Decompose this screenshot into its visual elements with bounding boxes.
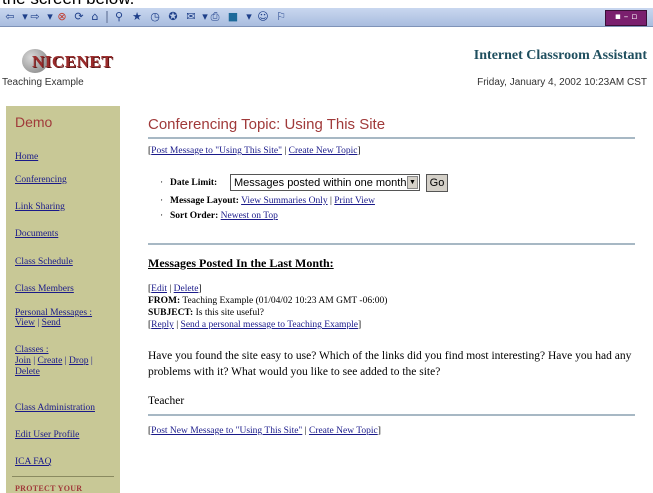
sidebar-item-edit-user-profile[interactable]: Edit User Profile [15, 430, 79, 440]
caption-strip: the screen below. [0, 0, 653, 8]
personal-messages-view[interactable]: View [15, 318, 35, 328]
post-new-message-link[interactable]: Post New Message to "Using This Site" [151, 426, 302, 436]
date-limit-label: Date Limit: [170, 178, 218, 188]
reply-link[interactable]: Reply [151, 320, 174, 330]
class-name: Teaching Example [2, 77, 84, 88]
chevron-down-icon[interactable]: ▼ [407, 176, 418, 189]
date-limit-select[interactable]: Messages posted within one month ▼ [230, 174, 420, 191]
messenger-icon[interactable]: ⚐ [274, 10, 288, 24]
classes-delete[interactable]: Delete [15, 367, 40, 377]
post-message-link[interactable]: Post Message to "Using This Site" [151, 146, 282, 156]
messages-heading: Messages Posted In the Last Month: [148, 256, 334, 270]
personal-messages-label[interactable]: Personal Messages : [15, 308, 92, 318]
sidebar-item-class-administration[interactable]: Class Administration [15, 403, 95, 413]
subject-value: Is this site useful? [195, 308, 264, 318]
forward-icon[interactable]: ⇨ [28, 10, 42, 24]
logo-text: NICENET [32, 52, 113, 71]
back-icon[interactable]: ⇦ [3, 10, 17, 24]
message-subject: SUBJECT: Is this site useful? [148, 308, 264, 318]
create-topic-link[interactable]: Create New Topic [289, 146, 358, 156]
sort-order-link[interactable]: Newest on Top [221, 211, 278, 221]
search-icon[interactable]: ⚲ [112, 10, 126, 24]
sidebar-item-home[interactable]: Home [15, 152, 38, 162]
classes-join[interactable]: Join [15, 356, 31, 366]
date-limit-row: · Date Limit: [160, 178, 218, 188]
sidebar-item-link-sharing[interactable]: Link Sharing [15, 202, 65, 212]
classes-create[interactable]: Create [38, 356, 63, 366]
edit-message-link[interactable]: Edit [151, 284, 167, 294]
stop-icon[interactable]: ⊗ [55, 10, 69, 24]
page-title: Conferencing Topic: Using This Site [148, 116, 386, 133]
print-icon[interactable]: ⎙ [208, 10, 222, 24]
delete-message-link[interactable]: Delete [174, 284, 199, 294]
message-reply-links: [Reply | Send a personal message to Teac… [148, 320, 362, 330]
refresh-icon[interactable]: ⟳ [72, 10, 86, 24]
sidebar-personal-messages: Personal Messages : View | Send [15, 308, 93, 328]
sidebar-item-conferencing[interactable]: Conferencing [15, 175, 67, 185]
chevron-down-icon[interactable]: ▾ [242, 10, 256, 24]
window-controls[interactable]: ▪ – ▫ [605, 10, 647, 26]
mail-icon[interactable]: ✉ [184, 10, 198, 24]
caption-text: the screen below. [2, 0, 134, 8]
browser-toolbar: ⇦ ▾ ⇨ ▾ ⊗ ⟳ ⌂ ⚲ ★ ◷ ✪ ✉ ▾ ⎙ ■ ▾ ☺ ⚐ ▪ – … [0, 8, 653, 27]
from-value: Teaching Example (01/04/02 10:23 AM GMT … [182, 296, 388, 306]
message-from: FROM: Teaching Example (01/04/02 10:23 A… [148, 296, 387, 306]
edit-icon[interactable]: ■ [226, 10, 240, 24]
from-label: FROM: [148, 296, 181, 306]
message-signature: Teacher [148, 395, 185, 407]
media-icon[interactable]: ✪ [166, 10, 180, 24]
send-personal-message-link[interactable]: Send a personal message to Teaching Exam… [181, 320, 359, 330]
section-rule [148, 243, 635, 245]
protect-notice: PROTECT YOUR [15, 484, 83, 493]
discuss-icon[interactable]: ☺ [256, 10, 270, 24]
site-header: NICENET Teaching Example Internet Classr… [0, 27, 653, 88]
top-links: [Post Message to "Using This Site" | Cre… [148, 146, 361, 156]
subject-label: SUBJECT: [148, 308, 194, 318]
sidebar-classes: Classes : Join | Create | Drop | Delete [15, 345, 93, 377]
bottom-rule [148, 414, 635, 416]
home-icon[interactable]: ⌂ [88, 10, 102, 24]
sort-order-label: Sort Order: [170, 211, 219, 221]
classes-label[interactable]: Classes : [15, 345, 49, 355]
current-date: Friday, January 4, 2002 10:23AM CST [477, 77, 647, 88]
sidebar-item-ica-faq[interactable]: ICA FAQ [15, 457, 52, 467]
sidebar: Demo Home Conferencing Link Sharing Docu… [6, 106, 120, 493]
view-summaries-link[interactable]: View Summaries Only [241, 196, 328, 206]
sidebar-item-documents[interactable]: Documents [15, 229, 58, 239]
sidebar-divider [12, 476, 114, 477]
sidebar-item-class-schedule[interactable]: Class Schedule [15, 257, 73, 267]
message-layout-row: · Message Layout: View Summaries Only | P… [160, 196, 375, 206]
message-body: Have you found the site easy to use? Whi… [148, 350, 632, 378]
bottom-links: [Post New Message to "Using This Site" |… [148, 426, 381, 436]
history-icon[interactable]: ◷ [148, 10, 162, 24]
app-title: Internet Classroom Assistant [473, 48, 647, 63]
sidebar-title: Demo [15, 114, 53, 130]
print-view-link[interactable]: Print View [334, 196, 375, 206]
date-limit-value: Messages posted within one month [234, 177, 407, 189]
message-actions: [Edit | Delete] [148, 284, 202, 294]
message-layout-label: Message Layout: [170, 196, 239, 206]
classes-drop[interactable]: Drop [69, 356, 89, 366]
title-rule [148, 137, 635, 139]
go-button[interactable]: Go [426, 174, 448, 192]
main-content: Conferencing Topic: Using This Site [Pos… [148, 106, 638, 493]
nicenet-logo[interactable]: NICENET [22, 49, 134, 75]
favorites-icon[interactable]: ★ [130, 10, 144, 24]
create-topic-link-bottom[interactable]: Create New Topic [309, 426, 378, 436]
sort-order-row: · Sort Order: Newest on Top [160, 211, 278, 221]
sidebar-item-class-members[interactable]: Class Members [15, 284, 74, 294]
personal-messages-send[interactable]: Send [42, 318, 61, 328]
toolbar-divider [106, 11, 108, 23]
